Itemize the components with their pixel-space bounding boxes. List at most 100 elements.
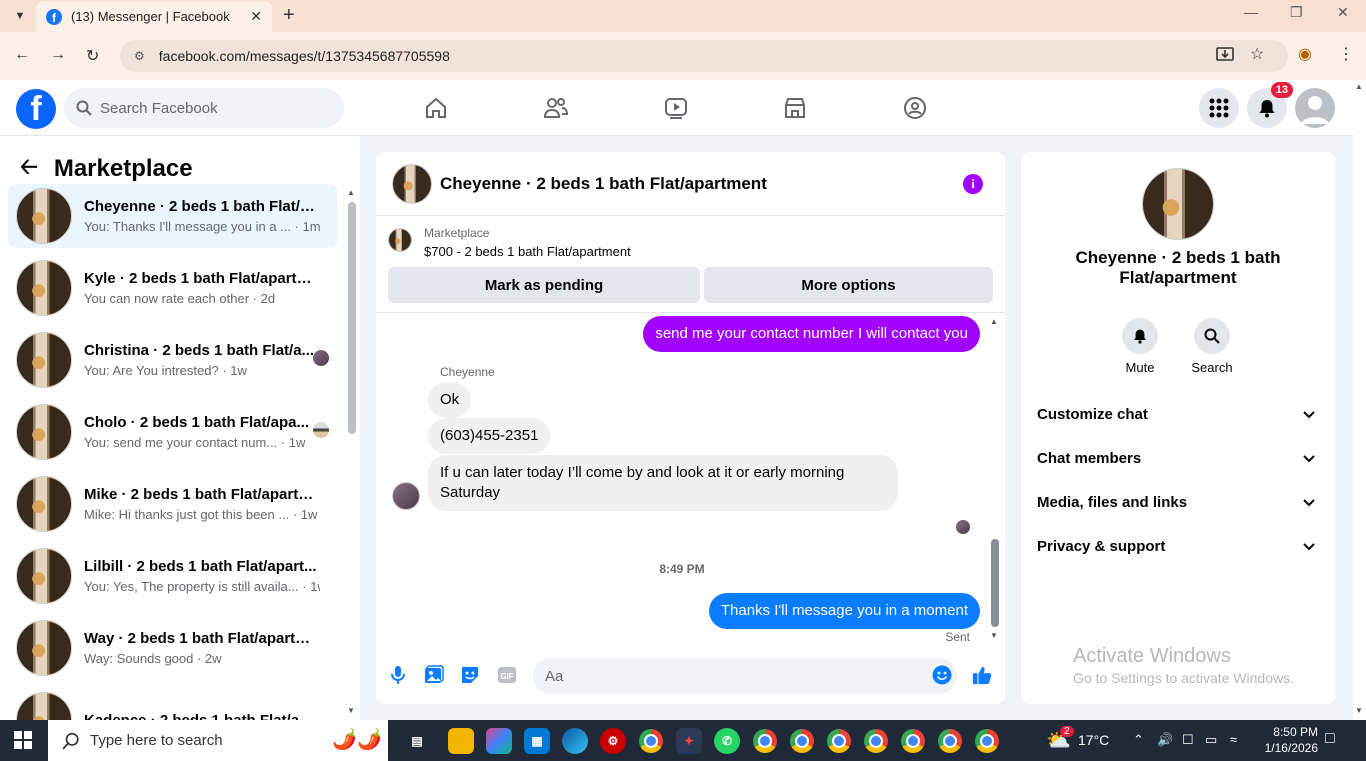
friends-icon[interactable] (542, 94, 570, 122)
conversation-item[interactable]: Kyle · 2 beds 1 bath Flat/apartm... You … (8, 256, 337, 320)
notifications-button[interactable]: 13 (1247, 82, 1293, 128)
microsoft-store-icon[interactable]: ▦ (524, 728, 550, 754)
reload-icon[interactable]: ↻ (86, 46, 99, 66)
back-arrow-icon[interactable]: ← (14, 46, 30, 64)
task-view-icon[interactable]: ▤ (404, 728, 430, 754)
minimize-icon[interactable]: — (1244, 4, 1258, 20)
bookmark-star-icon[interactable]: ☆ (1250, 44, 1264, 64)
site-info-icon[interactable]: ⚙ (134, 49, 145, 63)
show-hidden-icons-icon[interactable]: ⌃ (1133, 732, 1144, 748)
chrome-icon[interactable] (752, 728, 778, 754)
scroll-down-icon[interactable]: ▼ (1355, 706, 1363, 715)
restore-icon[interactable]: ❐ (1290, 4, 1303, 21)
facebook-search[interactable] (64, 88, 344, 128)
outgoing-message[interactable]: Thanks I'll message you in a moment (708, 593, 980, 629)
thumbs-up-icon[interactable] (972, 664, 992, 686)
media-files-links-section[interactable]: Media, files and links (1037, 484, 1319, 520)
mark-as-pending-button[interactable]: Mark as pending (388, 267, 700, 303)
account-avatar[interactable] (1295, 88, 1335, 128)
chrome-icon[interactable] (863, 728, 889, 754)
window-close-icon[interactable]: ✕ (1337, 4, 1349, 21)
groups-icon[interactable] (901, 94, 929, 122)
weather-temperature[interactable]: 17°C (1078, 732, 1109, 748)
incoming-message[interactable]: Ok (428, 382, 472, 418)
sticker-icon[interactable] (460, 664, 480, 686)
tab-search-menu-icon[interactable]: ▼ (8, 4, 32, 28)
marketplace-icon[interactable] (781, 94, 809, 122)
gif-icon[interactable]: GIF (496, 664, 518, 686)
menu-grid-button[interactable] (1199, 88, 1239, 128)
pinned-app-icon[interactable]: ✦ (676, 728, 702, 754)
tab-close-icon[interactable]: ✕ (250, 8, 262, 25)
details-avatar[interactable] (1142, 168, 1214, 240)
incoming-message[interactable]: If u can later today I’ll come by and lo… (428, 455, 898, 511)
listing-price[interactable]: $700 - 2 beds 1 bath Flat/apartment (424, 244, 631, 259)
windows-start-icon[interactable] (14, 731, 32, 754)
outgoing-message[interactable]: send me your contact number I will conta… (643, 316, 980, 352)
incoming-message[interactable]: (603)455-2351 (428, 418, 551, 454)
meet-now-icon[interactable]: ☐ (1182, 732, 1194, 748)
copilot-icon[interactable] (486, 728, 512, 754)
url-bar[interactable]: ⚙ facebook.com/messages/t/13753456877055… (120, 40, 1288, 72)
new-tab-icon[interactable]: + (283, 4, 295, 27)
scrollbar-thumb[interactable] (348, 202, 356, 434)
chrome-icon[interactable] (789, 728, 815, 754)
forward-arrow-icon[interactable]: → (50, 46, 66, 64)
home-icon[interactable] (422, 94, 450, 122)
more-options-button[interactable]: More options (704, 267, 993, 303)
profile-icon[interactable]: ◉ (1298, 44, 1312, 64)
search-in-conversation-button[interactable]: Search (1182, 318, 1242, 375)
conversation-item[interactable]: Mike · 2 beds 1 bath Flat/apartm... Mike… (8, 472, 337, 536)
message-input[interactable] (533, 658, 957, 694)
scroll-down-icon[interactable]: ▼ (347, 706, 355, 715)
install-app-icon[interactable] (1216, 45, 1234, 68)
battery-icon[interactable]: ▭ (1205, 732, 1217, 748)
taskbar-search-input[interactable] (90, 732, 310, 749)
browser-tab[interactable]: f (13) Messenger | Facebook ✕ (36, 1, 272, 32)
chrome-icon[interactable] (974, 728, 1000, 754)
edge-icon[interactable] (562, 728, 588, 754)
taskbar-search[interactable]: 🌶️🌶️ (48, 720, 388, 761)
whatsapp-icon[interactable]: ✆ (714, 728, 740, 754)
mute-button[interactable]: Mute (1110, 318, 1170, 375)
chat-title[interactable]: Cheyenne · 2 beds 1 bath Flat/apartment (440, 174, 767, 194)
sender-avatar[interactable] (392, 482, 420, 510)
file-explorer-icon[interactable] (448, 728, 474, 754)
chrome-icon[interactable] (638, 728, 664, 754)
taskbar-clock[interactable]: 8:50 PM 1/16/2026 (1248, 724, 1318, 756)
back-arrow-icon[interactable]: 🡠 (20, 150, 38, 188)
wifi-icon[interactable]: ≈ (1230, 732, 1237, 747)
conversation-item[interactable]: Cholo · 2 beds 1 bath Flat/apa... You: s… (8, 400, 337, 464)
scroll-up-icon[interactable]: ▲ (990, 317, 998, 326)
conversation-list-scrollbar[interactable]: ▲ ▼ (344, 136, 358, 720)
emoji-icon[interactable] (932, 664, 952, 686)
scrollbar-thumb[interactable] (991, 539, 999, 627)
chrome-icon[interactable] (937, 728, 963, 754)
search-input[interactable] (100, 99, 320, 117)
volume-icon[interactable]: 🔊 (1157, 732, 1173, 748)
conversation-item[interactable]: Way · 2 beds 1 bath Flat/apartm... Way: … (8, 616, 337, 680)
scroll-down-icon[interactable]: ▼ (990, 631, 998, 640)
notification-center-icon[interactable]: □ (1325, 730, 1335, 748)
photo-icon[interactable] (424, 664, 444, 686)
privacy-support-section[interactable]: Privacy & support (1037, 528, 1319, 564)
video-icon[interactable] (662, 94, 690, 122)
chrome-icon[interactable] (826, 728, 852, 754)
chat-scrollbar[interactable]: ▲ ▼ (988, 317, 1002, 642)
info-icon[interactable]: i (963, 174, 983, 194)
microphone-icon[interactable] (388, 664, 408, 686)
chat-members-section[interactable]: Chat members (1037, 440, 1319, 476)
chrome-icon[interactable] (900, 728, 926, 754)
app-gear-icon[interactable]: ⚙ (600, 728, 626, 754)
conversation-item[interactable]: Cheyenne · 2 beds 1 bath Flat/ap... You:… (8, 184, 337, 248)
browser-menu-icon[interactable]: ⋮ (1338, 44, 1354, 64)
conversation-item[interactable]: Lilbill · 2 beds 1 bath Flat/apart... Yo… (8, 544, 337, 608)
facebook-logo-icon[interactable]: f (16, 89, 56, 129)
chat-avatar[interactable] (392, 163, 432, 204)
conversation-item[interactable]: Kadence · 2 beds 1 bath Flat/a... (8, 688, 337, 720)
page-scrollbar[interactable]: ▲ ▼ (1353, 80, 1366, 720)
scroll-up-icon[interactable]: ▲ (347, 188, 355, 197)
scroll-up-icon[interactable]: ▲ (1355, 82, 1363, 91)
customize-chat-section[interactable]: Customize chat (1037, 396, 1319, 432)
conversation-item[interactable]: Christina · 2 beds 1 bath Flat/a... You:… (8, 328, 337, 392)
